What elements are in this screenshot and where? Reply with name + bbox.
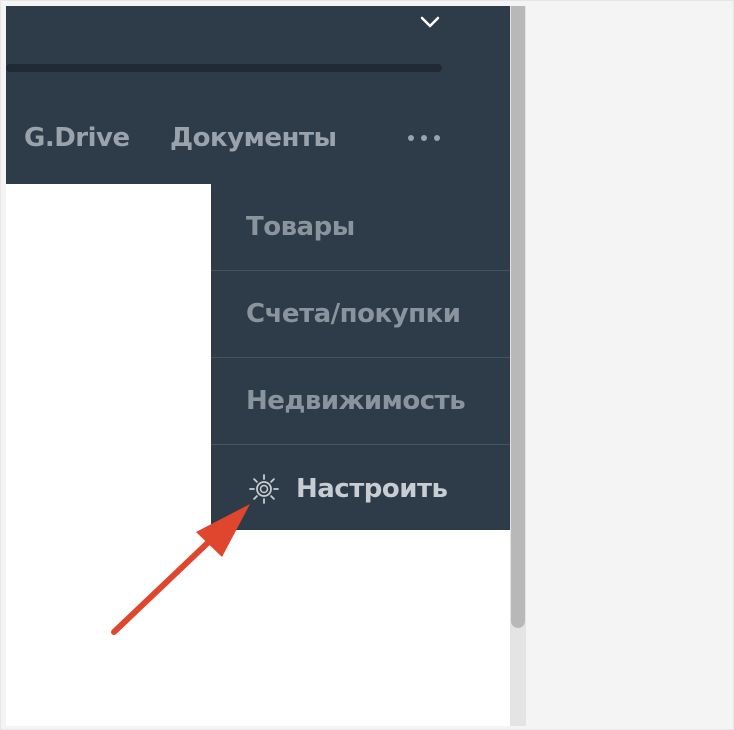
menu-item-configure[interactable]: Настроить bbox=[211, 445, 510, 532]
more-dots-icon[interactable] bbox=[406, 118, 442, 158]
menu-item-label: Счета/покупки bbox=[246, 299, 461, 329]
menu-item-label: Настроить bbox=[296, 473, 448, 504]
right-empty-panel bbox=[526, 6, 726, 726]
vertical-scrollbar[interactable] bbox=[510, 6, 526, 726]
header-progress-track bbox=[6, 64, 442, 72]
chevron-down-icon[interactable] bbox=[418, 10, 442, 34]
menu-item-goods[interactable]: Товары bbox=[211, 184, 510, 271]
dot bbox=[408, 135, 414, 141]
main-nav: G.Drive Документы bbox=[6, 118, 510, 158]
dot bbox=[421, 135, 427, 141]
gear-icon bbox=[249, 473, 279, 504]
menu-item-real-estate[interactable]: Недвижимость bbox=[211, 358, 510, 445]
nav-item-gdrive[interactable]: G.Drive bbox=[24, 118, 130, 158]
dot bbox=[434, 135, 440, 141]
menu-item-label: Товары bbox=[246, 212, 355, 242]
top-navigation-bar: G.Drive Документы bbox=[6, 6, 510, 184]
more-dropdown-menu: Товары Счета/покупки Недвижимость Настро… bbox=[211, 184, 510, 530]
app-window: G.Drive Документы Товары Счета/покупки Н… bbox=[6, 6, 510, 726]
nav-item-documents[interactable]: Документы bbox=[170, 118, 337, 158]
scrollbar-thumb[interactable] bbox=[511, 6, 525, 628]
menu-item-invoices[interactable]: Счета/покупки bbox=[211, 271, 510, 358]
menu-item-label: Недвижимость bbox=[246, 386, 466, 416]
